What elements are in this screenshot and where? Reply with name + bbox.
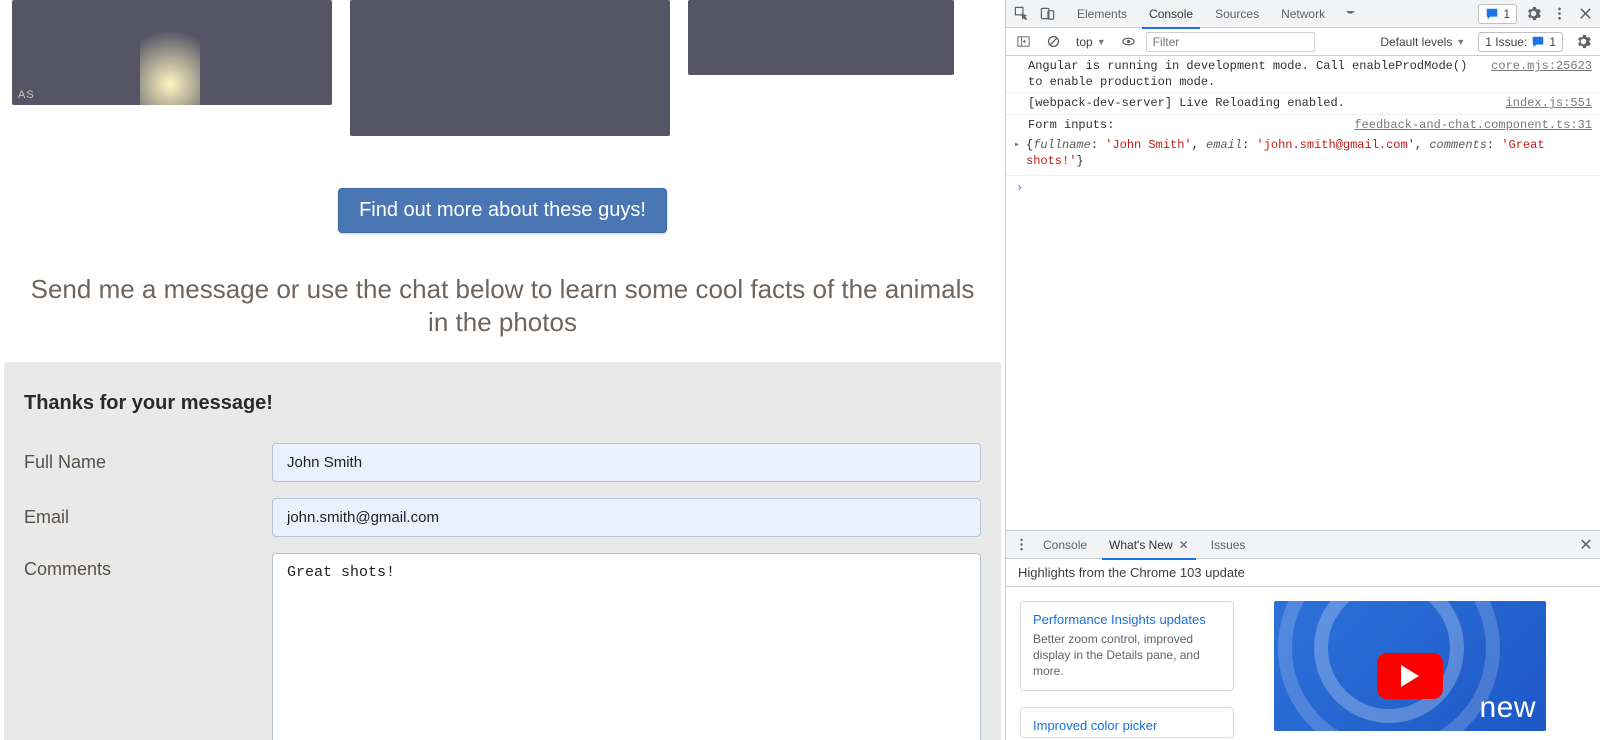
log-levels-value: Default levels <box>1380 35 1452 49</box>
card-title: Performance Insights updates <box>1033 612 1221 627</box>
drawer-kebab-icon[interactable] <box>1010 532 1032 558</box>
context-select[interactable]: top ▼ <box>1070 31 1112 53</box>
whats-new-card[interactable]: Performance Insights updates Better zoom… <box>1020 601 1234 691</box>
console-output[interactable]: Angular is running in development mode. … <box>1006 56 1600 530</box>
inspect-element-icon[interactable] <box>1008 1 1034 27</box>
form-row-fullname: Full Name <box>24 443 981 482</box>
obj-key: fullname <box>1033 138 1091 152</box>
card-title: Improved color picker <box>1033 718 1221 733</box>
console-message-source-link[interactable]: core.mjs:25623 <box>1491 58 1592 74</box>
drawer-tab-issues[interactable]: Issues <box>1200 531 1257 559</box>
log-levels-select[interactable]: Default levels ▼ <box>1374 31 1471 53</box>
play-icon <box>1377 653 1443 699</box>
console-prompt[interactable]: › <box>1006 176 1600 200</box>
device-toolbar-icon[interactable] <box>1034 1 1060 27</box>
settings-icon[interactable] <box>1520 1 1546 27</box>
fullname-input[interactable] <box>272 443 981 482</box>
tab-network[interactable]: Network <box>1270 0 1336 28</box>
gallery-photo[interactable] <box>350 0 670 136</box>
more-tabs-icon[interactable] <box>1336 1 1362 27</box>
find-out-more-button[interactable]: Find out more about these guys! <box>338 188 667 233</box>
drawer-tab-label: What's New <box>1109 538 1173 552</box>
console-row: Angular is running in development mode. … <box>1006 56 1600 93</box>
console-row: Form inputs: feedback-and-chat.component… <box>1006 115 1600 135</box>
email-input[interactable] <box>272 498 981 537</box>
tab-console[interactable]: Console <box>1138 0 1204 28</box>
close-drawer-icon[interactable]: ✕ <box>1572 535 1600 555</box>
issues-badge[interactable]: 1 Issue: 1 <box>1478 32 1563 52</box>
drawer-tabbar: Console What's New ✕ Issues ✕ <box>1006 531 1600 559</box>
expand-caret-icon[interactable]: ▸ <box>1014 139 1020 153</box>
tab-elements[interactable]: Elements <box>1066 0 1138 28</box>
obj-value: 'john.smith@gmail.com' <box>1256 138 1414 152</box>
dropdown-caret-icon: ▼ <box>1097 37 1106 47</box>
close-devtools-icon[interactable] <box>1572 1 1598 27</box>
issues-label: 1 Issue: <box>1485 35 1527 49</box>
card-desc: Better zoom control, improved display in… <box>1033 631 1221 680</box>
drawer-body: Performance Insights updates Better zoom… <box>1006 587 1600 740</box>
console-toolbar: top ▼ Default levels ▼ 1 Issue: 1 <box>1006 28 1600 56</box>
image-gallery: AS <box>0 0 1005 136</box>
email-label: Email <box>24 507 272 528</box>
comments-textarea[interactable] <box>272 553 981 740</box>
drawer-tab-console[interactable]: Console <box>1032 531 1098 559</box>
gallery-photo[interactable] <box>688 0 954 75</box>
obj-key: comments <box>1429 138 1487 152</box>
gallery-photo[interactable]: AS <box>12 0 332 105</box>
console-message-source-link[interactable]: index.js:551 <box>1506 95 1592 111</box>
console-message-text: [webpack-dev-server] Live Reloading enab… <box>1028 95 1494 111</box>
video-overlay-text: new <box>1479 691 1536 725</box>
form-row-comments: Comments <box>24 553 981 740</box>
console-settings-icon[interactable] <box>1570 29 1596 55</box>
console-row: [webpack-dev-server] Live Reloading enab… <box>1006 93 1600 114</box>
dropdown-caret-icon: ▼ <box>1456 37 1465 47</box>
whats-new-card[interactable]: Improved color picker <box>1020 707 1234 738</box>
prompt-chevron-icon: › <box>1016 181 1023 195</box>
devtools-tabbar: Elements Console Sources Network 1 <box>1006 0 1600 28</box>
console-message-text: Angular is running in development mode. … <box>1028 58 1479 90</box>
close-tab-icon[interactable]: ✕ <box>1179 538 1189 552</box>
drawer-tab-whats-new[interactable]: What's New ✕ <box>1098 531 1200 559</box>
messages-badge-count: 1 <box>1503 7 1510 21</box>
console-sidebar-toggle-icon[interactable] <box>1010 29 1036 55</box>
issues-count: 1 <box>1549 35 1556 49</box>
obj-value: 'John Smith' <box>1105 138 1191 152</box>
console-filter-input[interactable] <box>1146 32 1315 52</box>
console-message-text: Form inputs: <box>1028 117 1342 133</box>
web-app-pane: AS Find out more about these guys! Send … <box>0 0 1005 740</box>
fullname-label: Full Name <box>24 452 272 473</box>
kebab-menu-icon[interactable] <box>1546 1 1572 27</box>
form-row-email: Email <box>24 498 981 537</box>
console-message-source-link[interactable]: feedback-and-chat.component.ts:31 <box>1354 117 1592 133</box>
messages-badge[interactable]: 1 <box>1478 4 1517 24</box>
page-headline: Send me a message or use the chat below … <box>20 273 985 338</box>
obj-key: email <box>1206 138 1242 152</box>
devtools-pane: Elements Console Sources Network 1 to <box>1005 0 1600 740</box>
feedback-form-card: Thanks for your message! Full Name Email… <box>4 362 1001 740</box>
devtools-drawer: Console What's New ✕ Issues ✕ Highlights… <box>1006 530 1600 740</box>
context-select-value: top <box>1076 35 1093 49</box>
comments-label: Comments <box>24 553 272 580</box>
live-expression-icon[interactable] <box>1116 29 1142 55</box>
photo-watermark: AS <box>18 89 35 101</box>
brace: } <box>1076 154 1083 168</box>
drawer-headline: Highlights from the Chrome 103 update <box>1006 559 1600 587</box>
tab-sources[interactable]: Sources <box>1204 0 1270 28</box>
console-logged-object[interactable]: ▸ {fullname: 'John Smith', email: 'john.… <box>1006 135 1600 176</box>
clear-console-icon[interactable] <box>1040 29 1066 55</box>
form-thanks-heading: Thanks for your message! <box>24 392 981 415</box>
whats-new-video-tile[interactable]: new <box>1274 601 1546 731</box>
